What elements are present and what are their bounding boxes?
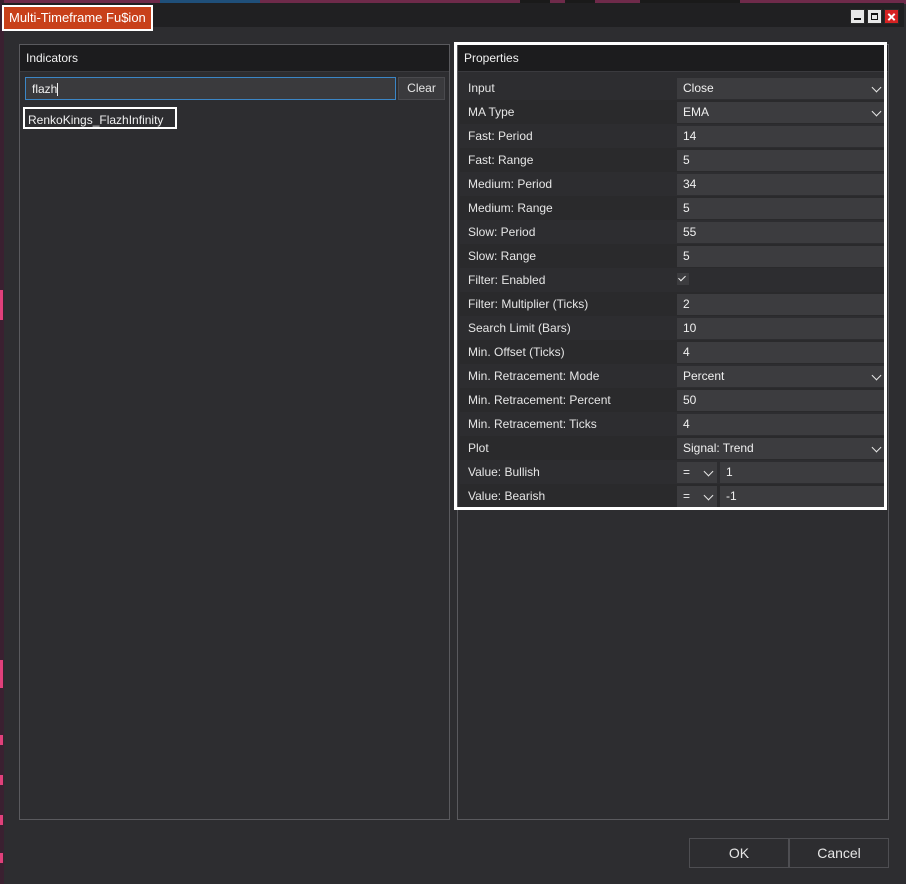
property-label: Medium: Period (468, 177, 553, 191)
property-row: Input Close (460, 76, 886, 100)
window-title: Multi-Timeframe Fu$ion (2, 5, 153, 31)
property-operator-select[interactable]: = (677, 462, 717, 483)
property-row: Min. Offset (Ticks) 4 (460, 340, 886, 364)
minimize-icon[interactable] (850, 9, 865, 24)
indicator-result-item[interactable]: RenkoKings_FlazhInfinity (23, 107, 178, 129)
property-label: Input (468, 81, 495, 95)
property-row: Search Limit (Bars) 10 (460, 316, 886, 340)
property-label: Filter: Multiplier (Ticks) (468, 297, 589, 311)
indicator-search-input[interactable] (26, 78, 395, 99)
property-row: Slow: Period 55 (460, 220, 886, 244)
property-checkbox[interactable] (677, 273, 689, 285)
property-label: Slow: Range (468, 249, 537, 263)
title-bar[interactable]: Multi-Timeframe Fu$ion (2, 3, 904, 31)
property-value-input[interactable]: 55 (677, 222, 884, 243)
property-value-input[interactable]: 14 (677, 126, 884, 147)
cancel-button[interactable]: Cancel (789, 838, 889, 868)
property-label: Fast: Range (468, 153, 534, 167)
property-value-input[interactable]: 4 (677, 414, 884, 435)
property-row: Value: Bullish = 1 (460, 460, 886, 484)
property-row: Medium: Period 34 (460, 172, 886, 196)
property-label: Slow: Period (468, 225, 536, 239)
property-label: Min. Retracement: Ticks (468, 417, 597, 431)
property-row: Min. Retracement: Mode Percent (460, 364, 886, 388)
indicators-header: Indicators (20, 45, 449, 72)
property-select[interactable]: Percent (677, 366, 884, 387)
property-row: Min. Retracement: Percent 50 (460, 388, 886, 412)
property-label: Plot (468, 441, 489, 455)
property-operator-select[interactable]: = (677, 486, 717, 507)
property-label: Min. Offset (Ticks) (468, 345, 565, 359)
clear-button[interactable]: Clear (398, 77, 445, 100)
property-value-input[interactable]: -1 (720, 486, 884, 507)
property-label: Value: Bearish (468, 489, 546, 503)
properties-grid: Input Close MA Type EMA Fast: Period 14 Fast: … (460, 76, 886, 508)
property-row: Filter: Multiplier (Ticks) 2 (460, 292, 886, 316)
property-select[interactable]: EMA (677, 102, 884, 123)
property-value-input[interactable]: 5 (677, 198, 884, 219)
property-value-input[interactable]: 5 (677, 150, 884, 171)
property-label: Min. Retracement: Percent (468, 393, 611, 407)
property-label: Filter: Enabled (468, 273, 546, 287)
property-row: MA Type EMA (460, 100, 886, 124)
property-label: Fast: Period (468, 129, 533, 143)
property-value-input[interactable]: 2 (677, 294, 884, 315)
property-row: Fast: Period 14 (460, 124, 886, 148)
property-label: Value: Bullish (468, 465, 540, 479)
property-label: Medium: Range (468, 201, 553, 215)
property-value-input[interactable]: 10 (677, 318, 884, 339)
property-row: Plot Signal: Trend (460, 436, 886, 460)
property-select[interactable]: Close (677, 78, 884, 99)
maximize-icon[interactable] (867, 9, 882, 24)
property-label: Search Limit (Bars) (468, 321, 571, 335)
property-select[interactable]: Signal: Trend (677, 438, 884, 459)
properties-panel: Properties Input Close MA Type EMA Fast: Per… (457, 44, 889, 820)
property-value-input[interactable]: 34 (677, 174, 884, 195)
property-row: Min. Retracement: Ticks 4 (460, 412, 886, 436)
property-label: MA Type (468, 105, 515, 119)
property-label: Min. Retracement: Mode (468, 369, 600, 383)
text-caret (57, 83, 58, 96)
background-chart-edge (0, 0, 4, 884)
properties-header: Properties (458, 45, 888, 72)
window-controls (850, 9, 899, 24)
property-value-input[interactable]: 1 (720, 462, 884, 483)
indicator-search-field[interactable] (25, 77, 396, 100)
property-row: Medium: Range 5 (460, 196, 886, 220)
property-value-input[interactable]: 4 (677, 342, 884, 363)
property-value-input[interactable]: 50 (677, 390, 884, 411)
property-value-input[interactable]: 5 (677, 246, 884, 267)
property-row: Fast: Range 5 (460, 148, 886, 172)
ok-button[interactable]: OK (689, 838, 789, 868)
property-row: Filter: Enabled (460, 268, 886, 292)
close-icon[interactable] (884, 9, 899, 24)
property-row: Value: Bearish = -1 (460, 484, 886, 508)
property-row: Slow: Range 5 (460, 244, 886, 268)
indicators-panel: Indicators Clear RenkoKings_FlazhInfinit… (19, 44, 450, 820)
